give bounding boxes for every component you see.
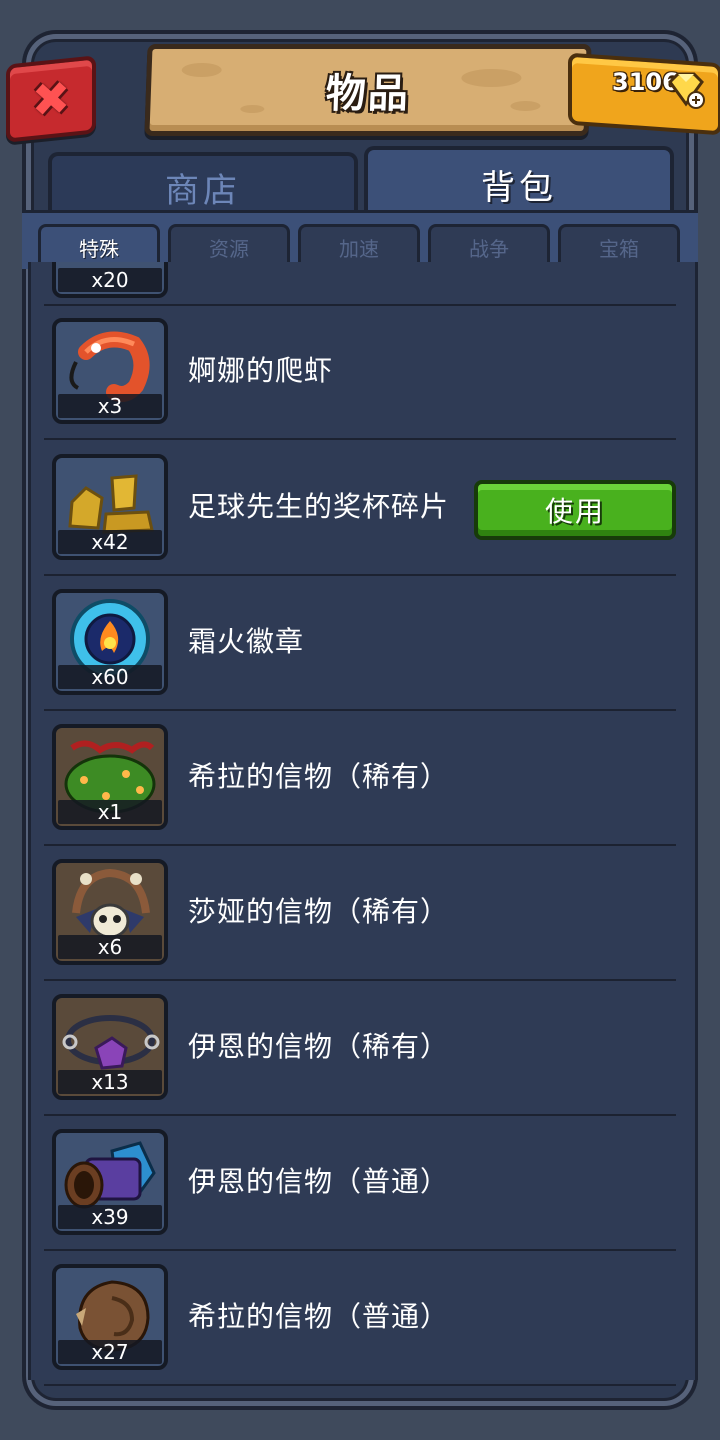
skull-bone-icon: x6 (52, 859, 168, 965)
tab-shop[interactable]: 商店 (48, 152, 358, 218)
list-item[interactable]: x42 足球先生的奖杯碎片 使用 (44, 440, 676, 576)
frostfire-badge-icon: x60 (52, 589, 168, 695)
close-icon: ✖ (31, 69, 71, 129)
list-item[interactable]: x1 希拉的信物（稀有） (44, 710, 676, 846)
gem-add-icon[interactable] (666, 70, 706, 110)
page-title: 物品 (325, 71, 411, 117)
shrimp-icon: x3 (52, 318, 168, 424)
item-quantity: x60 (58, 665, 162, 689)
item-quantity: x13 (58, 1070, 162, 1094)
list-item[interactable]: x13 伊恩的信物（稀有） (44, 980, 676, 1116)
item-name: 足球先生的奖杯碎片 (188, 490, 450, 523)
item-quantity: x42 (58, 530, 162, 554)
item-quantity: x6 (58, 935, 162, 959)
item-quantity: x39 (58, 1205, 162, 1229)
list-item[interactable]: x6 莎娅的信物（稀有） (44, 845, 676, 981)
item-name: 希拉的信物（普通） (188, 1300, 450, 1333)
item-name: 霜火徽章 (188, 625, 305, 658)
item-name: 伊恩的信物（普通） (188, 1165, 450, 1198)
item-quantity: x3 (58, 394, 162, 418)
list-item[interactable]: x60 霜火徽章 (44, 575, 676, 711)
list-item-partial[interactable]: x20 (44, 262, 676, 306)
list-item[interactable]: x27 希拉的信物（普通） (44, 1250, 676, 1386)
title-banner: 物品 (144, 44, 592, 136)
wood-log-icon: x27 (52, 1264, 168, 1370)
item-name: 莎娅的信物（稀有） (188, 895, 450, 928)
trophy-fragment-icon: x42 (52, 454, 168, 560)
close-button[interactable]: ✖ (6, 55, 96, 143)
item-name: 婀娜的爬虾 (188, 354, 334, 387)
use-button[interactable]: 使用 (474, 480, 676, 540)
item-quantity: x1 (58, 800, 162, 824)
item-quantity: x20 (58, 268, 162, 292)
flower-bush-icon: x1 (52, 724, 168, 830)
item-name: 希拉的信物（稀有） (188, 760, 450, 793)
item-icon: x20 (52, 262, 168, 298)
tab-bag[interactable]: 背包 (364, 146, 674, 218)
item-name: 伊恩的信物（稀有） (188, 1030, 450, 1063)
list-item[interactable]: x39 伊恩的信物（普通） (44, 1115, 676, 1251)
item-quantity: x27 (58, 1340, 162, 1364)
list-item[interactable]: x3 婀娜的爬虾 (44, 304, 676, 440)
cannon-icon: x39 (52, 1129, 168, 1235)
purple-gem-chain-icon: x13 (52, 994, 168, 1100)
